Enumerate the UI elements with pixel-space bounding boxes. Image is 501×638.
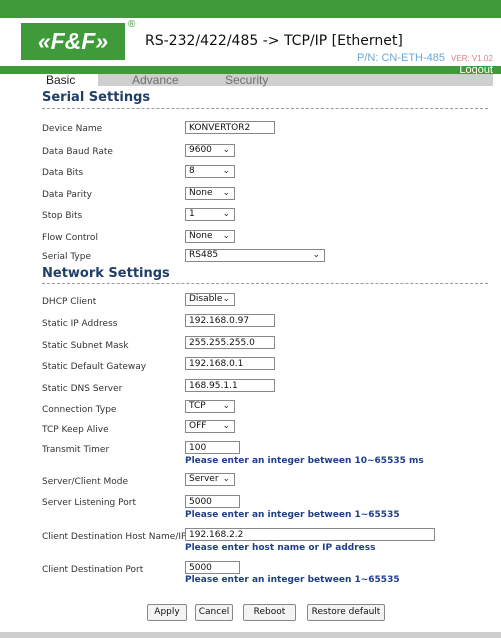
top-brand-bar: [0, 0, 501, 18]
chevron-down-icon: ⌄: [222, 188, 230, 198]
chevron-down-icon: ⌄: [312, 250, 320, 260]
device-name-label: Device Name: [42, 124, 103, 134]
tcp-keep-alive-select[interactable]: OFF ⌄: [185, 420, 235, 433]
transmit-timer-input[interactable]: 100: [185, 441, 240, 454]
dest-host-label: Client Destination Host Name/IP: [42, 532, 187, 542]
chevron-down-icon: ⌄: [222, 209, 230, 219]
serial-type-value: RS485: [189, 250, 219, 260]
flow-control-select[interactable]: None ⌄: [185, 230, 235, 243]
device-name-input[interactable]: KONVERTOR2: [185, 121, 275, 134]
cancel-button[interactable]: Cancel: [195, 604, 233, 621]
reboot-button[interactable]: Reboot: [243, 604, 296, 621]
listening-port-hint: Please enter an integer between 1~65535: [185, 510, 400, 520]
data-bits-select[interactable]: 8 ⌄: [185, 165, 235, 178]
subnet-mask-label: Static Subnet Mask: [42, 341, 129, 351]
version-text: VER: V1.02: [451, 54, 493, 63]
flow-control-value: None: [189, 231, 213, 241]
page-title: RS-232/422/485 -> TCP/IP [Ethernet]: [145, 33, 403, 49]
dest-port-input[interactable]: 5000: [185, 561, 240, 574]
bottom-bar: [0, 632, 501, 638]
dest-host-input[interactable]: 192.168.2.2: [185, 528, 435, 541]
restore-default-button[interactable]: Restore default: [307, 604, 385, 621]
apply-button[interactable]: Apply: [147, 604, 187, 621]
data-parity-label: Data Parity: [42, 190, 92, 200]
network-settings-heading: Network Settings: [42, 266, 170, 281]
baud-rate-value: 9600: [189, 145, 212, 155]
dhcp-client-value: Disable: [189, 294, 223, 304]
default-gateway-label: Static Default Gateway: [42, 362, 147, 372]
listening-port-label: Server Listening Port: [42, 498, 136, 508]
serial-type-select[interactable]: RS485 ⌄: [185, 249, 325, 262]
static-ip-input[interactable]: 192.168.0.97: [185, 314, 275, 327]
transmit-timer-label: Transmit Timer: [42, 445, 110, 455]
stop-bits-value: 1: [189, 209, 195, 219]
dns-server-input[interactable]: 168.95.1.1: [185, 379, 275, 392]
dns-server-label: Static DNS Server: [42, 384, 123, 394]
tcp-keep-alive-value: OFF: [189, 421, 207, 431]
part-number-text: P/N: CN-ETH-485: [357, 52, 446, 64]
section-divider: [42, 108, 488, 109]
server-client-mode-label: Server/Client Mode: [42, 477, 128, 487]
connection-type-select[interactable]: TCP ⌄: [185, 400, 235, 413]
part-number: P/N: CN-ETH-485 VER: V1.02: [357, 52, 493, 64]
dest-port-hint: Please enter an integer between 1~65535: [185, 575, 400, 585]
dest-host-hint: Please enter host name or IP address: [185, 543, 376, 553]
default-gateway-input[interactable]: 192.168.0.1: [185, 357, 275, 370]
server-client-mode-select[interactable]: Server ⌄: [185, 473, 235, 486]
connection-type-label: Connection Type: [42, 405, 117, 415]
server-client-mode-value: Server: [189, 474, 219, 484]
section-divider: [42, 283, 488, 284]
data-parity-value: None: [189, 188, 213, 198]
stop-bits-select[interactable]: 1 ⌄: [185, 208, 235, 221]
listening-port-input[interactable]: 5000: [185, 495, 240, 508]
dhcp-client-select[interactable]: Disable ⌄: [185, 293, 235, 306]
chevron-down-icon: ⌄: [222, 421, 230, 431]
ff-logo: «F&F»: [21, 23, 125, 60]
dest-port-label: Client Destination Port: [42, 565, 144, 575]
transmit-timer-hint: Please enter an integer between 10~65535…: [185, 456, 424, 466]
flow-control-label: Flow Control: [42, 233, 98, 243]
data-bits-value: 8: [189, 166, 195, 176]
serial-type-label: Serial Type: [42, 252, 91, 262]
tab-basic[interactable]: Basic: [28, 74, 98, 86]
chevron-down-icon: ⌄: [222, 294, 230, 304]
data-bits-label: Data Bits: [42, 168, 84, 178]
tcp-keep-alive-label: TCP Keep Alive: [42, 425, 109, 435]
chevron-down-icon: ⌄: [222, 401, 230, 411]
tab-advance[interactable]: Advance: [132, 74, 179, 86]
serial-settings-heading: Serial Settings: [42, 90, 151, 105]
static-ip-label: Static IP Address: [42, 319, 118, 329]
tab-security[interactable]: Security: [225, 74, 268, 86]
data-parity-select[interactable]: None ⌄: [185, 187, 235, 200]
registered-mark: ®: [128, 19, 136, 30]
stop-bits-label: Stop Bits: [42, 211, 83, 221]
baud-rate-label: Data Baud Rate: [42, 147, 113, 157]
dhcp-client-label: DHCP Client: [42, 297, 97, 307]
chevron-down-icon: ⌄: [222, 474, 230, 484]
connection-type-value: TCP: [189, 401, 206, 411]
baud-rate-select[interactable]: 9600 ⌄: [185, 144, 235, 157]
chevron-down-icon: ⌄: [222, 145, 230, 155]
subnet-mask-input[interactable]: 255.255.255.0: [185, 336, 275, 349]
chevron-down-icon: ⌄: [222, 166, 230, 176]
chevron-down-icon: ⌄: [222, 231, 230, 241]
